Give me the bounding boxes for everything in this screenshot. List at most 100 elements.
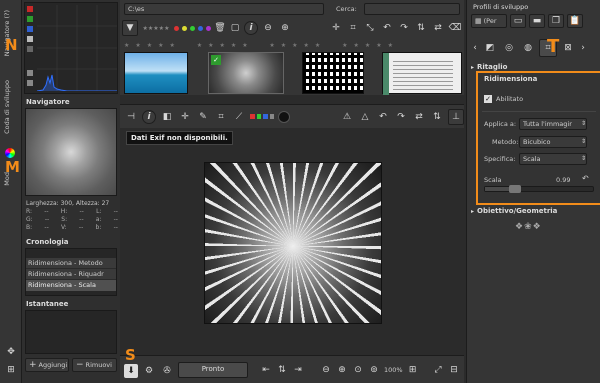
main-image-thistle[interactable] xyxy=(204,162,382,324)
preview-area[interactable]: Dati Exif non disponibili. xyxy=(120,128,464,354)
paste-profile-icon[interactable]: 📋 xyxy=(567,14,583,28)
tabs-right-arrow[interactable]: › xyxy=(579,40,587,56)
remove-snapshot-button[interactable]: − Rimuovi xyxy=(72,358,117,372)
section-lens-header[interactable]: ▸ Obiettivo/Geometria xyxy=(471,206,599,216)
hide-left-panel-icon[interactable]: ⊣ xyxy=(124,109,138,125)
new-detail-window-icon[interactable]: ⊞ xyxy=(407,363,419,377)
hide-right-panel-icon[interactable]: ⊥ xyxy=(448,108,464,125)
trash-icon[interactable]: 🗑 xyxy=(214,20,226,36)
straighten-icon[interactable]: ⟋ xyxy=(232,109,246,125)
search-input[interactable] xyxy=(364,3,460,15)
clip-highlight-warning-icon[interactable]: △ xyxy=(358,109,372,125)
luma-channel-toggle[interactable] xyxy=(27,36,33,42)
zoom-out-icon[interactable]: ⊖ xyxy=(320,363,332,377)
apply-select[interactable]: Tutta l'immagir xyxy=(519,118,587,130)
rotate-left-icon[interactable]: ↶ xyxy=(380,20,394,36)
zoom-out-icon[interactable]: ⊖ xyxy=(261,20,275,36)
grid-icon[interactable]: ⊞ xyxy=(3,362,19,378)
vtab-queue[interactable]: Coda di sviluppo xyxy=(3,80,11,134)
open-profile-icon[interactable]: ▭ xyxy=(510,14,526,28)
channel-selector[interactable] xyxy=(250,112,274,122)
next-image-icon[interactable]: ⇥ xyxy=(292,363,304,377)
raw-toggle[interactable] xyxy=(27,70,33,76)
scale-slider-thumb[interactable] xyxy=(509,185,521,193)
apply-label: Applica a: xyxy=(484,120,517,128)
crop-icon[interactable]: ⌗ xyxy=(346,20,360,36)
crosshair-icon[interactable]: ✛ xyxy=(329,20,343,36)
queue-icon[interactable]: ⚙ xyxy=(142,364,156,378)
rotate-left-icon[interactable]: ↶ xyxy=(376,109,390,125)
thumbnail-qrcode[interactable] xyxy=(302,52,364,94)
rotate-right-icon[interactable]: ↷ xyxy=(397,20,411,36)
history-item[interactable]: Ridimensiona - Metodo xyxy=(26,258,116,269)
search-label: Cerca: xyxy=(336,5,357,13)
blue-channel-toggle[interactable] xyxy=(27,26,33,32)
before-after-icon[interactable]: ◧ xyxy=(160,109,174,125)
tab-exposure-icon[interactable]: ◩ xyxy=(482,40,498,56)
tab-color-icon[interactable]: ◍ xyxy=(520,40,536,56)
history-item[interactable]: Ridimensiona - Riquadr xyxy=(26,269,116,280)
color-label-red[interactable] xyxy=(174,25,179,31)
hide-panels-icon[interactable]: ⊟ xyxy=(448,363,460,377)
flip-v-icon[interactable]: ⇅ xyxy=(430,109,444,125)
save-icon[interactable]: ⬇ xyxy=(124,364,138,378)
clear-icon[interactable]: ⌫ xyxy=(448,20,462,36)
stars-filter[interactable]: ★★★★★ xyxy=(141,20,171,36)
flip-v-icon[interactable]: ⇅ xyxy=(414,20,428,36)
move-icon[interactable]: ✥ xyxy=(3,344,19,360)
save-profile-icon[interactable]: ▬ xyxy=(529,14,545,28)
chroma-toggle[interactable] xyxy=(27,46,33,52)
thumbnail-thistle[interactable]: ✓ xyxy=(208,52,284,94)
section-resize-header[interactable]: Ridimensiona xyxy=(484,75,537,83)
external-editor-icon[interactable]: ✇ xyxy=(160,364,174,378)
thumbnail-document[interactable] xyxy=(382,52,462,95)
tab-detail-icon[interactable]: ◎ xyxy=(501,40,517,56)
rotate-right-icon[interactable]: ↷ xyxy=(394,109,408,125)
zoom-in-icon[interactable]: ⊕ xyxy=(278,20,292,36)
flip-h-icon[interactable]: ⇄ xyxy=(412,109,426,125)
tabs-left-arrow[interactable]: ‹ xyxy=(471,40,479,56)
clip-shadow-warning-icon[interactable]: ⚠ xyxy=(340,109,354,125)
sync-icon[interactable]: ⇅ xyxy=(276,363,288,377)
history-item-selected[interactable]: Ridimensiona - Scala xyxy=(26,280,116,291)
color-label-purple[interactable] xyxy=(206,25,211,31)
red-channel-toggle[interactable] xyxy=(27,6,33,12)
bar-toggle[interactable] xyxy=(27,80,33,86)
flip-h-icon[interactable]: ⇄ xyxy=(431,20,445,36)
scale-reset-icon[interactable]: ↶ xyxy=(582,174,589,183)
vtab-mod[interactable]: Mod xyxy=(3,172,11,186)
hand-tool-icon[interactable]: ✛ xyxy=(178,109,192,125)
picker-icon[interactable]: ✎ xyxy=(196,109,210,125)
zoom-in-icon[interactable]: ⊕ xyxy=(336,363,348,377)
green-channel-toggle[interactable] xyxy=(27,16,33,22)
color-label-blue[interactable] xyxy=(198,25,203,31)
filter-toolbar: ▼ ★★★★★ 🗑 ▢ i ⊖ ⊕ ✛ ⌗ ⤡ ↶ ↷ ⇅ ⇄ ⌫ xyxy=(122,18,462,38)
color-wheel-icon[interactable] xyxy=(5,148,15,158)
snapshots-title: Istantanee xyxy=(26,300,69,308)
background-color-icon[interactable] xyxy=(278,110,290,123)
path-field[interactable]: C:\es xyxy=(124,3,324,15)
zoom-100-icon[interactable]: ⊙ xyxy=(352,363,364,377)
navigator-preview[interactable] xyxy=(25,108,117,196)
enabled-checkbox[interactable]: ✓ xyxy=(484,95,492,103)
color-label-yellow[interactable] xyxy=(182,25,187,31)
add-snapshot-button[interactable]: + Aggiungi xyxy=(25,358,69,372)
spec-select[interactable]: Scala xyxy=(519,153,587,165)
profile-selector[interactable]: ▦ (Per xyxy=(471,14,507,28)
exif-info-icon[interactable]: i xyxy=(142,109,156,124)
scale-slider[interactable] xyxy=(484,185,594,193)
info-icon[interactable]: i xyxy=(244,21,258,35)
crop-tool-icon[interactable]: ⌗ xyxy=(214,109,228,125)
thumbnail-sea[interactable] xyxy=(124,52,188,94)
tab-raw-icon[interactable]: ⊠ xyxy=(560,40,576,56)
copy-profile-icon[interactable]: ❐ xyxy=(548,14,564,28)
mark-n: N xyxy=(5,36,18,54)
zoom-fit-icon[interactable]: ⊚ xyxy=(368,363,380,377)
fullscreen-icon[interactable]: ⤢ xyxy=(432,363,444,377)
color-label-green[interactable] xyxy=(190,25,195,31)
prev-image-icon[interactable]: ⇤ xyxy=(260,363,272,377)
transform-icon[interactable]: ⤡ xyxy=(363,20,377,36)
filter-icon[interactable]: ▼ xyxy=(122,20,138,36)
method-select[interactable]: Bicubico xyxy=(519,136,587,148)
edited-icon[interactable]: ▢ xyxy=(229,20,241,36)
